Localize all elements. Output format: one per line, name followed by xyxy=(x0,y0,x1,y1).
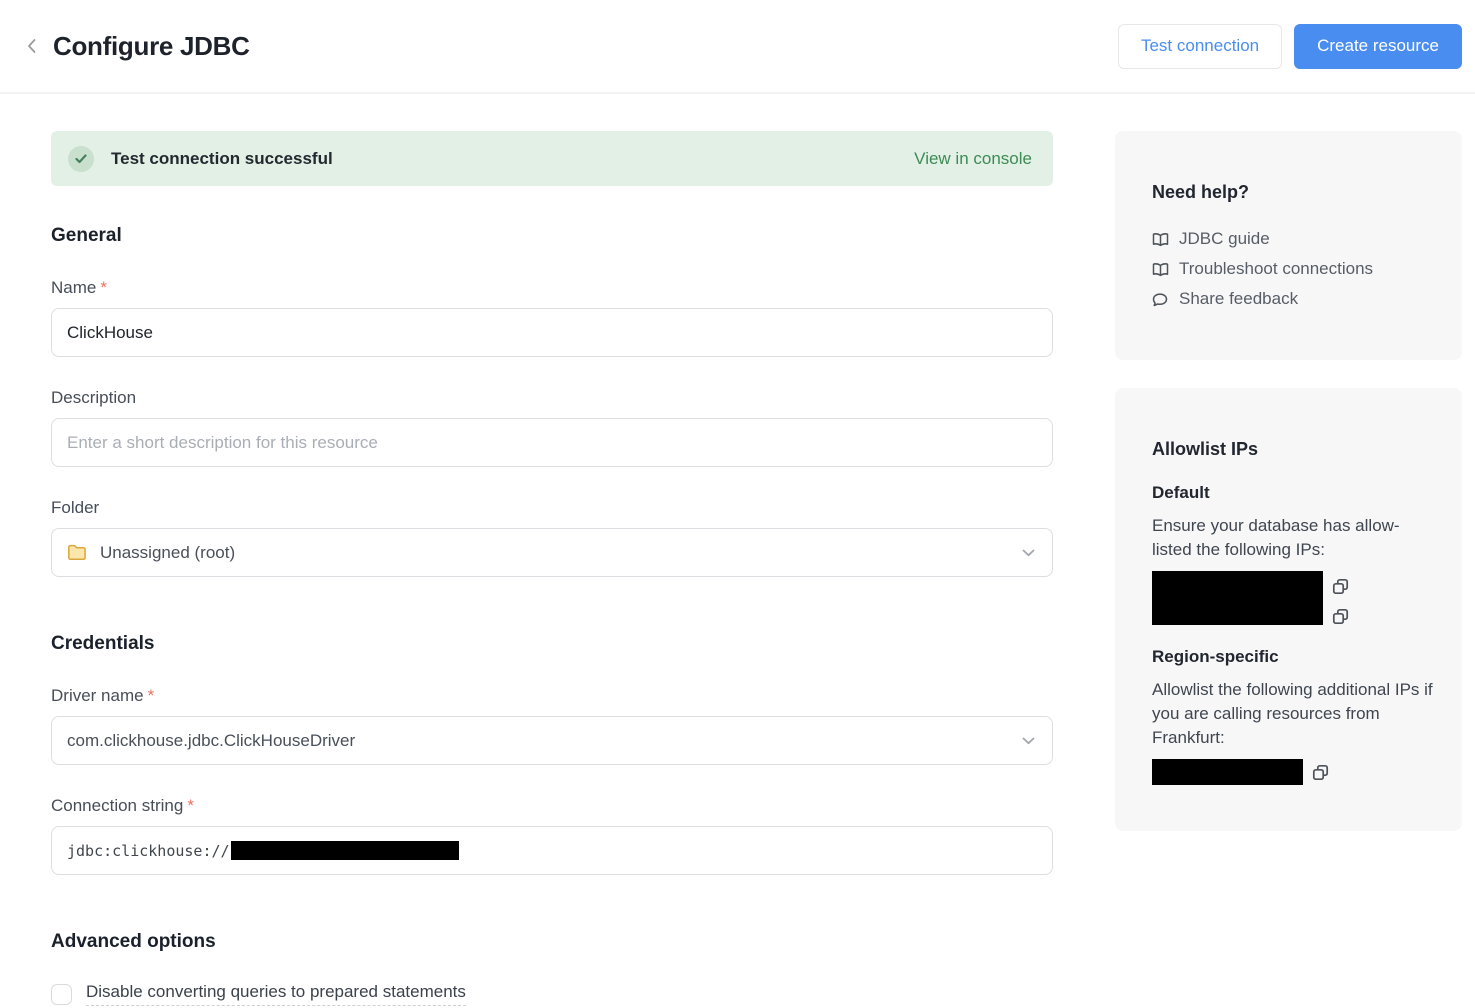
connection-string-value: jdbc:clickhouse:// xyxy=(67,842,230,860)
chevron-down-icon xyxy=(1022,737,1035,745)
troubleshoot-connections-link[interactable]: Troubleshoot connections xyxy=(1152,254,1442,284)
chat-icon xyxy=(1152,292,1170,307)
option-row: Disable converting queries to prepared s… xyxy=(51,982,1053,1006)
copy-icon[interactable] xyxy=(1312,764,1329,781)
connection-string-input[interactable]: jdbc:clickhouse:// xyxy=(51,826,1053,875)
prepared-statements-checkbox[interactable] xyxy=(51,984,72,1005)
jdbc-guide-label: JDBC guide xyxy=(1179,229,1270,249)
credentials-section-heading: Credentials xyxy=(51,633,1053,655)
driver-select-value: com.clickhouse.jdbc.ClickHouseDriver xyxy=(67,731,355,751)
required-asterisk: * xyxy=(187,796,194,815)
jdbc-guide-link[interactable]: JDBC guide xyxy=(1152,224,1442,254)
book-icon xyxy=(1152,262,1170,277)
book-icon xyxy=(1152,232,1170,247)
folder-select-value: Unassigned (root) xyxy=(100,543,235,563)
driver-name-label: Driver name* xyxy=(51,686,1053,706)
description-input[interactable] xyxy=(51,418,1053,467)
name-label: Name* xyxy=(51,278,1053,298)
page-header: Configure JDBC Test connection Create re… xyxy=(0,0,1475,94)
copy-icon[interactable] xyxy=(1332,608,1349,625)
redacted-connection-host xyxy=(231,841,459,860)
allowlist-ips-card: Allowlist IPs Default Ensure your databa… xyxy=(1115,388,1462,831)
share-feedback-label: Share feedback xyxy=(1179,289,1298,309)
view-in-console-link[interactable]: View in console xyxy=(914,149,1032,169)
troubleshoot-connections-label: Troubleshoot connections xyxy=(1179,259,1373,279)
advanced-section-heading: Advanced options xyxy=(51,931,1053,953)
banner-message: Test connection successful xyxy=(111,149,333,169)
success-check-icon xyxy=(68,146,94,172)
region-specific-subheading: Region-specific xyxy=(1152,647,1438,667)
folder-label: Folder xyxy=(51,498,1053,518)
create-resource-button[interactable]: Create resource xyxy=(1294,24,1462,69)
share-feedback-link[interactable]: Share feedback xyxy=(1152,284,1442,314)
copy-icon[interactable] xyxy=(1332,578,1349,595)
default-subheading: Default xyxy=(1152,483,1438,503)
need-help-heading: Need help? xyxy=(1152,182,1442,203)
default-description: Ensure your database has allow-listed th… xyxy=(1152,514,1434,562)
connection-string-label: Connection string* xyxy=(51,796,1053,816)
region-description: Allowlist the following additional IPs i… xyxy=(1152,678,1434,750)
chevron-down-icon xyxy=(1022,549,1035,557)
general-section-heading: General xyxy=(51,225,1053,247)
need-help-card: Need help? JDBC guide xyxy=(1115,131,1462,360)
back-button[interactable] xyxy=(18,33,44,59)
prepared-statements-label: Disable converting queries to prepared s… xyxy=(86,982,466,1006)
required-asterisk: * xyxy=(100,278,107,297)
description-label: Description xyxy=(51,388,1053,408)
redacted-region-ips xyxy=(1152,759,1303,785)
folder-icon xyxy=(67,544,87,561)
page-title: Configure JDBC xyxy=(53,31,250,62)
allowlist-heading: Allowlist IPs xyxy=(1152,439,1438,460)
chevron-left-icon xyxy=(26,38,37,54)
redacted-default-ips xyxy=(1152,571,1323,625)
folder-select[interactable]: Unassigned (root) xyxy=(51,528,1053,577)
driver-name-select[interactable]: com.clickhouse.jdbc.ClickHouseDriver xyxy=(51,716,1053,765)
test-connection-button[interactable]: Test connection xyxy=(1118,24,1282,69)
name-input[interactable] xyxy=(51,308,1053,357)
success-banner: Test connection successful View in conso… xyxy=(51,131,1053,186)
required-asterisk: * xyxy=(148,686,155,705)
